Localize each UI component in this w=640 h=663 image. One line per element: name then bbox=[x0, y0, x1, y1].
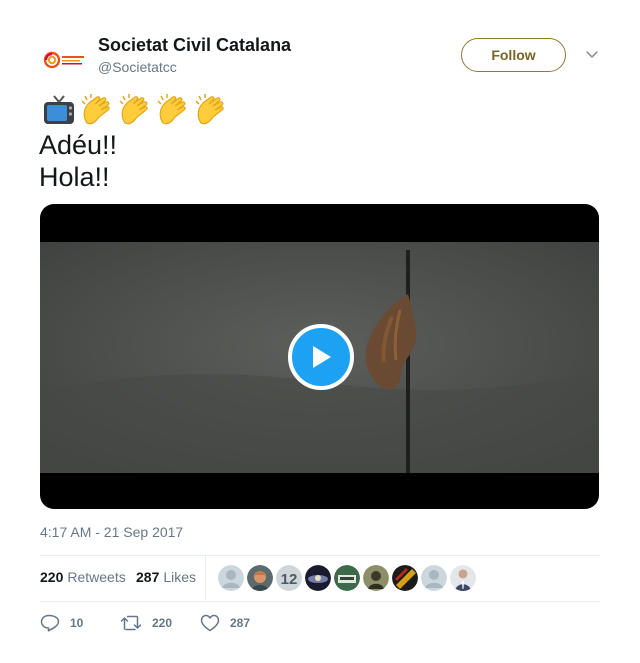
likes-label: Likes bbox=[163, 569, 197, 585]
liker-avatar[interactable] bbox=[450, 565, 476, 591]
retweet-count: 220 bbox=[152, 616, 173, 630]
reply-count: 10 bbox=[70, 616, 84, 630]
retweet-button[interactable]: 220 bbox=[120, 614, 172, 632]
reply-icon bbox=[40, 614, 60, 632]
likes-stat[interactable]: 287 Likes bbox=[136, 569, 196, 585]
default-avatar-icon bbox=[421, 565, 447, 591]
clapping-hands-icon bbox=[192, 92, 230, 128]
liker-avatar[interactable]: 12 bbox=[276, 565, 302, 591]
likers-avatars: 12 bbox=[218, 565, 476, 591]
like-button[interactable]: 287 bbox=[200, 614, 250, 632]
retweet-icon bbox=[120, 615, 142, 631]
retweets-stat[interactable]: 220 Retweets bbox=[40, 569, 126, 585]
liker-avatar[interactable] bbox=[247, 565, 273, 591]
television-icon bbox=[40, 92, 78, 128]
user-avatar-icon bbox=[247, 565, 273, 591]
tweet-timestamp[interactable]: 4:17 AM - 21 Sep 2017 bbox=[40, 524, 183, 540]
societat-civil-catalana-logo-icon bbox=[43, 51, 84, 69]
reply-button[interactable]: 10 bbox=[40, 614, 83, 632]
liker-avatar[interactable] bbox=[305, 565, 331, 591]
liker-avatar[interactable] bbox=[421, 565, 447, 591]
author-display-name[interactable]: Societat Civil Catalana bbox=[98, 35, 291, 56]
heart-icon bbox=[200, 614, 220, 632]
user-avatar-icon bbox=[363, 565, 389, 591]
likes-count: 287 bbox=[136, 569, 160, 585]
user-avatar-icon bbox=[392, 565, 418, 591]
user-avatar-icon bbox=[334, 565, 360, 591]
retweets-count: 220 bbox=[40, 569, 64, 585]
liker-avatar[interactable] bbox=[218, 565, 244, 591]
clapping-hands-icon bbox=[116, 92, 154, 128]
divider bbox=[40, 555, 600, 556]
author-handle[interactable]: @Societatcc bbox=[98, 59, 177, 75]
liker-avatar[interactable] bbox=[334, 565, 360, 591]
tweet-emoji-row bbox=[40, 92, 230, 128]
follow-button[interactable]: Follow bbox=[461, 38, 566, 72]
liker-avatar[interactable] bbox=[363, 565, 389, 591]
divider bbox=[40, 601, 600, 602]
retweets-label: Retweets bbox=[67, 569, 126, 585]
like-count: 287 bbox=[230, 616, 251, 630]
user-avatar-icon bbox=[305, 565, 331, 591]
user-avatar-icon bbox=[450, 565, 476, 591]
user-avatar-icon: 12 bbox=[276, 565, 302, 591]
liker-avatar[interactable] bbox=[392, 565, 418, 591]
svg-text:12: 12 bbox=[281, 571, 298, 588]
divider bbox=[205, 556, 206, 600]
video-player[interactable] bbox=[40, 204, 599, 509]
chevron-down-icon[interactable] bbox=[584, 46, 600, 62]
clapping-hands-icon bbox=[154, 92, 192, 128]
author-avatar[interactable] bbox=[40, 36, 88, 84]
tweet-text-line: Adéu!! bbox=[39, 130, 118, 160]
clapping-hands-icon bbox=[78, 92, 116, 128]
play-icon bbox=[313, 346, 331, 368]
play-button[interactable] bbox=[288, 324, 354, 390]
default-avatar-icon bbox=[218, 565, 244, 591]
tweet-text-line: Hola!! bbox=[39, 162, 110, 192]
